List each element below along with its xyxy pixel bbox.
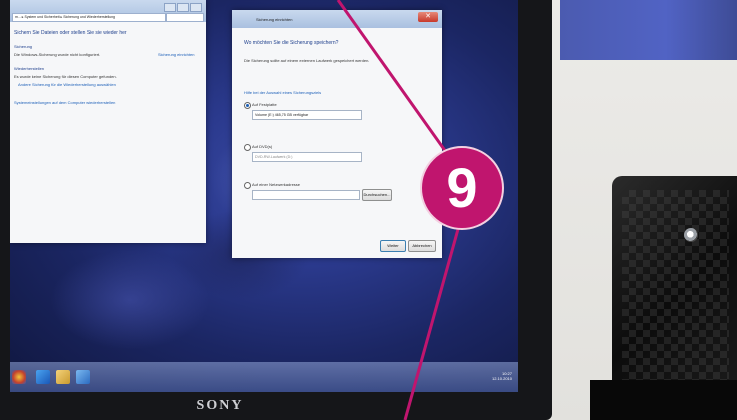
callout-line-top [336, 0, 448, 153]
callout-number-badge: 9 [420, 146, 504, 230]
callout-lines [336, 0, 462, 420]
photo-scene: m... ▸ System und Sicherheit ▸ Sicherung… [0, 0, 737, 420]
callout-line-bottom [403, 221, 462, 420]
